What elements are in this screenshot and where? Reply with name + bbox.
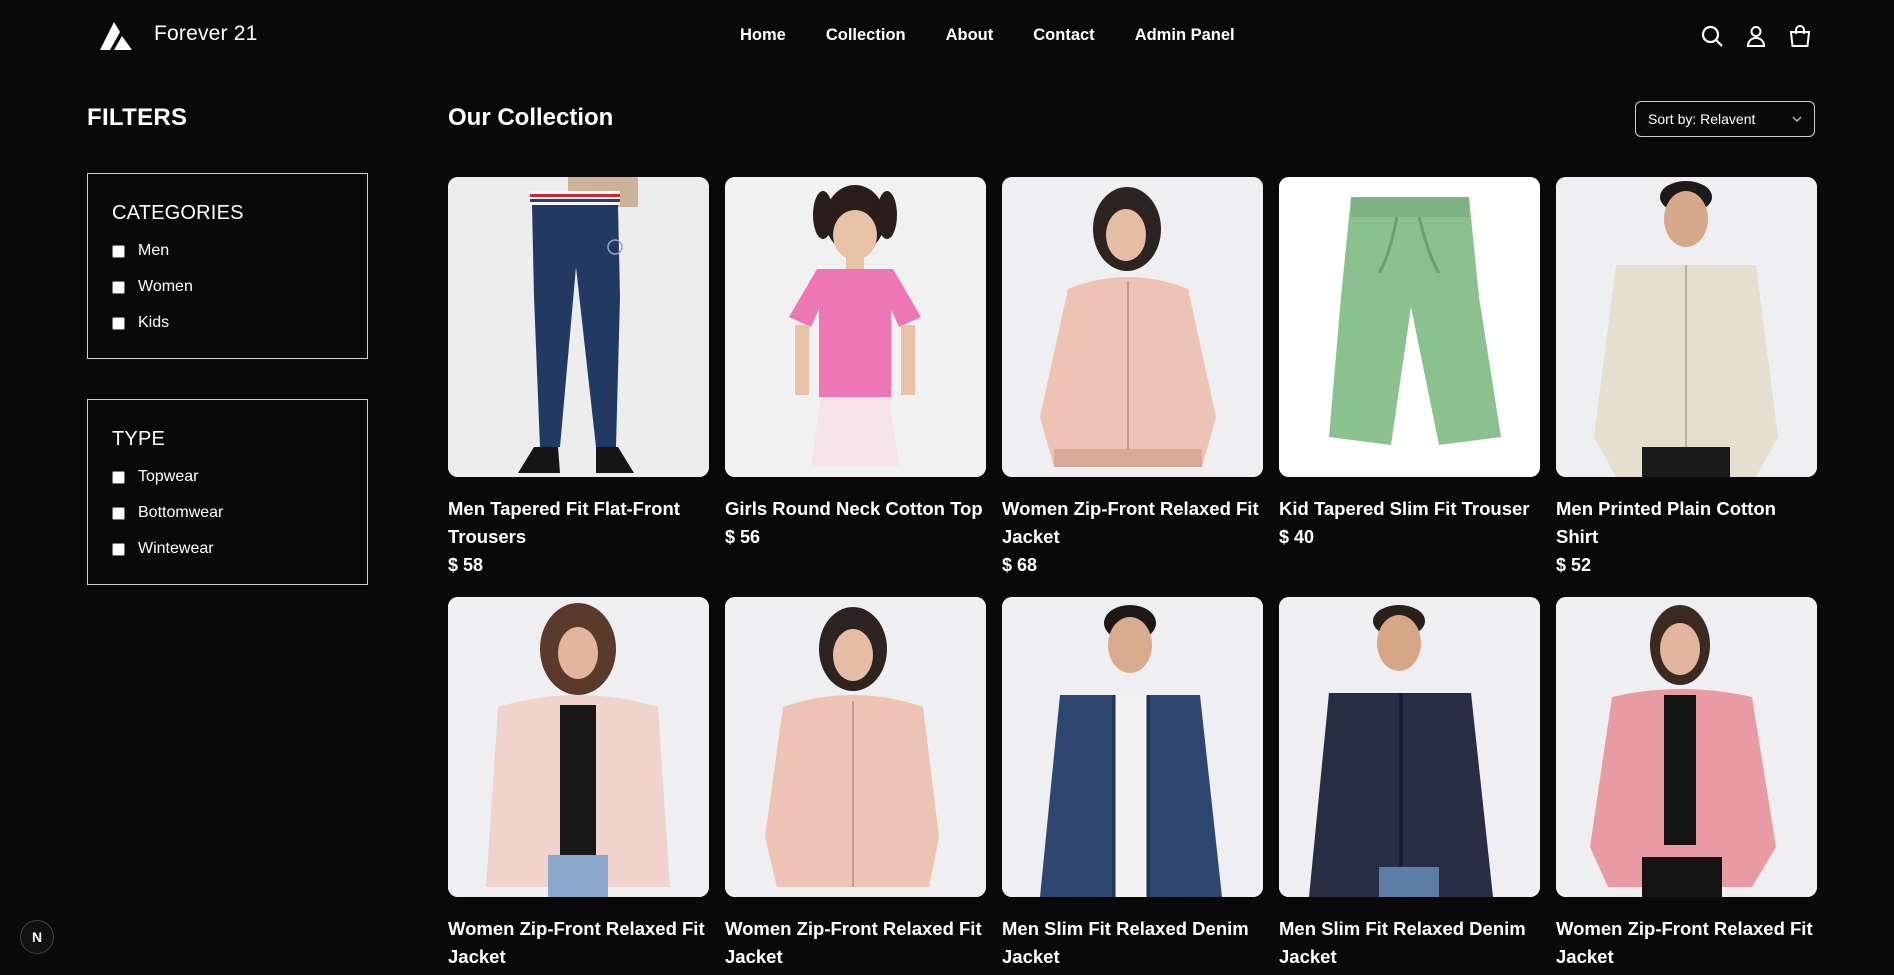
main-nav: Home Collection About Contact Admin Pane…	[740, 26, 1235, 45]
logo[interactable]: Forever 21	[100, 18, 258, 50]
checkbox[interactable]	[112, 316, 125, 330]
product-card[interactable]: Men Slim Fit Relaxed Denim Jacket	[1279, 597, 1540, 971]
filter-option-label: Wintewear	[138, 540, 214, 557]
chevron-down-icon	[1792, 116, 1802, 122]
product-card[interactable]: Men Printed Plain Cotton Shirt $ 52	[1556, 177, 1817, 579]
product-card[interactable]: Women Zip-Front Relaxed Fit Jacket	[725, 597, 986, 971]
product-card[interactable]: Women Zip-Front Relaxed Fit Jacket	[1556, 597, 1817, 971]
checkbox[interactable]	[112, 470, 125, 484]
filter-option-men[interactable]: Men	[112, 233, 343, 269]
nav-contact[interactable]: Contact	[1033, 26, 1094, 45]
type-heading: TYPE	[112, 428, 166, 450]
header-actions	[1700, 24, 1812, 48]
product-card[interactable]: Men Slim Fit Relaxed Denim Jacket	[1002, 597, 1263, 971]
product-price: $ 40	[1279, 527, 1315, 547]
product-name: Women Zip-Front Relaxed Fit Jacket	[725, 918, 982, 967]
site-header: Forever 21 Home Collection About Contact…	[0, 0, 1894, 76]
filter-option-label: Kids	[138, 314, 170, 331]
product-image	[1556, 597, 1817, 897]
filter-option-kids[interactable]: Kids	[112, 305, 343, 341]
product-price: $ 56	[725, 527, 761, 547]
filter-option-label: Men	[138, 242, 170, 259]
categories-heading: CATEGORIES	[112, 202, 244, 224]
checkbox[interactable]	[112, 280, 125, 294]
product-image	[1279, 177, 1540, 477]
product-image	[1279, 597, 1540, 897]
logo-icon	[100, 22, 132, 50]
nav-home[interactable]: Home	[740, 26, 786, 45]
nav-admin-panel[interactable]: Admin Panel	[1135, 26, 1235, 45]
product-name: Women Zip-Front Relaxed Fit Jacket	[1002, 498, 1259, 547]
nav-collection[interactable]: Collection	[826, 26, 906, 45]
product-price: $ 58	[448, 555, 484, 575]
product-image	[725, 597, 986, 897]
checkbox[interactable]	[112, 244, 125, 258]
product-card[interactable]: Women Zip-Front Relaxed Fit Jacket	[448, 597, 709, 971]
product-image	[725, 177, 986, 477]
nav-about[interactable]: About	[946, 26, 994, 45]
product-name: Men Slim Fit Relaxed Denim Jacket	[1279, 918, 1526, 967]
product-name: Women Zip-Front Relaxed Fit Jacket	[1556, 918, 1813, 967]
product-image	[448, 177, 709, 477]
checkbox[interactable]	[112, 506, 125, 520]
page-title: Our Collection	[448, 104, 614, 131]
product-image	[1002, 177, 1263, 477]
product-image	[1002, 597, 1263, 897]
filter-option-label: Women	[138, 278, 193, 295]
cart-icon[interactable]	[1788, 24, 1812, 48]
sort-select-label: Sort by: Relavent	[1648, 111, 1756, 127]
product-image	[448, 597, 709, 897]
type-filter: TYPE Topwear Bottomwear Wintewear	[87, 399, 368, 585]
search-icon[interactable]	[1700, 24, 1724, 48]
dev-badge[interactable]: N	[20, 920, 54, 954]
product-name: Men Printed Plain Cotton Shirt	[1556, 498, 1776, 547]
product-name: Men Tapered Fit Flat-Front Trousers	[448, 498, 680, 547]
product-card[interactable]: Girls Round Neck Cotton Top $ 56	[725, 177, 986, 579]
filter-option-bottomwear[interactable]: Bottomwear	[112, 495, 343, 531]
product-card[interactable]: Men Tapered Fit Flat-Front Trousers $ 58	[448, 177, 709, 579]
filter-option-women[interactable]: Women	[112, 269, 343, 305]
brand-name: Forever 21	[154, 22, 258, 45]
product-card[interactable]: Women Zip-Front Relaxed Fit Jacket $ 68	[1002, 177, 1263, 579]
filter-option-wintewear[interactable]: Wintewear	[112, 531, 343, 567]
checkbox[interactable]	[112, 542, 125, 556]
filters-title[interactable]: FILTERS	[87, 104, 187, 132]
product-card[interactable]: Kid Tapered Slim Fit Trouser $ 40	[1279, 177, 1540, 579]
filter-option-label: Bottomwear	[138, 504, 224, 521]
product-grid: Men Tapered Fit Flat-Front Trousers $ 58…	[448, 177, 1817, 971]
filter-option-label: Topwear	[138, 468, 199, 485]
user-icon[interactable]	[1744, 24, 1768, 48]
categories-filter: CATEGORIES Men Women Kids	[87, 173, 368, 359]
product-image	[1556, 177, 1817, 477]
product-name: Men Slim Fit Relaxed Denim Jacket	[1002, 918, 1249, 967]
product-name: Girls Round Neck Cotton Top	[725, 498, 983, 519]
sort-select[interactable]: Sort by: Relavent	[1635, 101, 1815, 137]
product-price: $ 52	[1556, 555, 1592, 575]
product-name: Women Zip-Front Relaxed Fit Jacket	[448, 918, 705, 967]
product-price: $ 68	[1002, 555, 1038, 575]
filter-option-topwear[interactable]: Topwear	[112, 459, 343, 495]
product-name: Kid Tapered Slim Fit Trouser	[1279, 498, 1530, 519]
